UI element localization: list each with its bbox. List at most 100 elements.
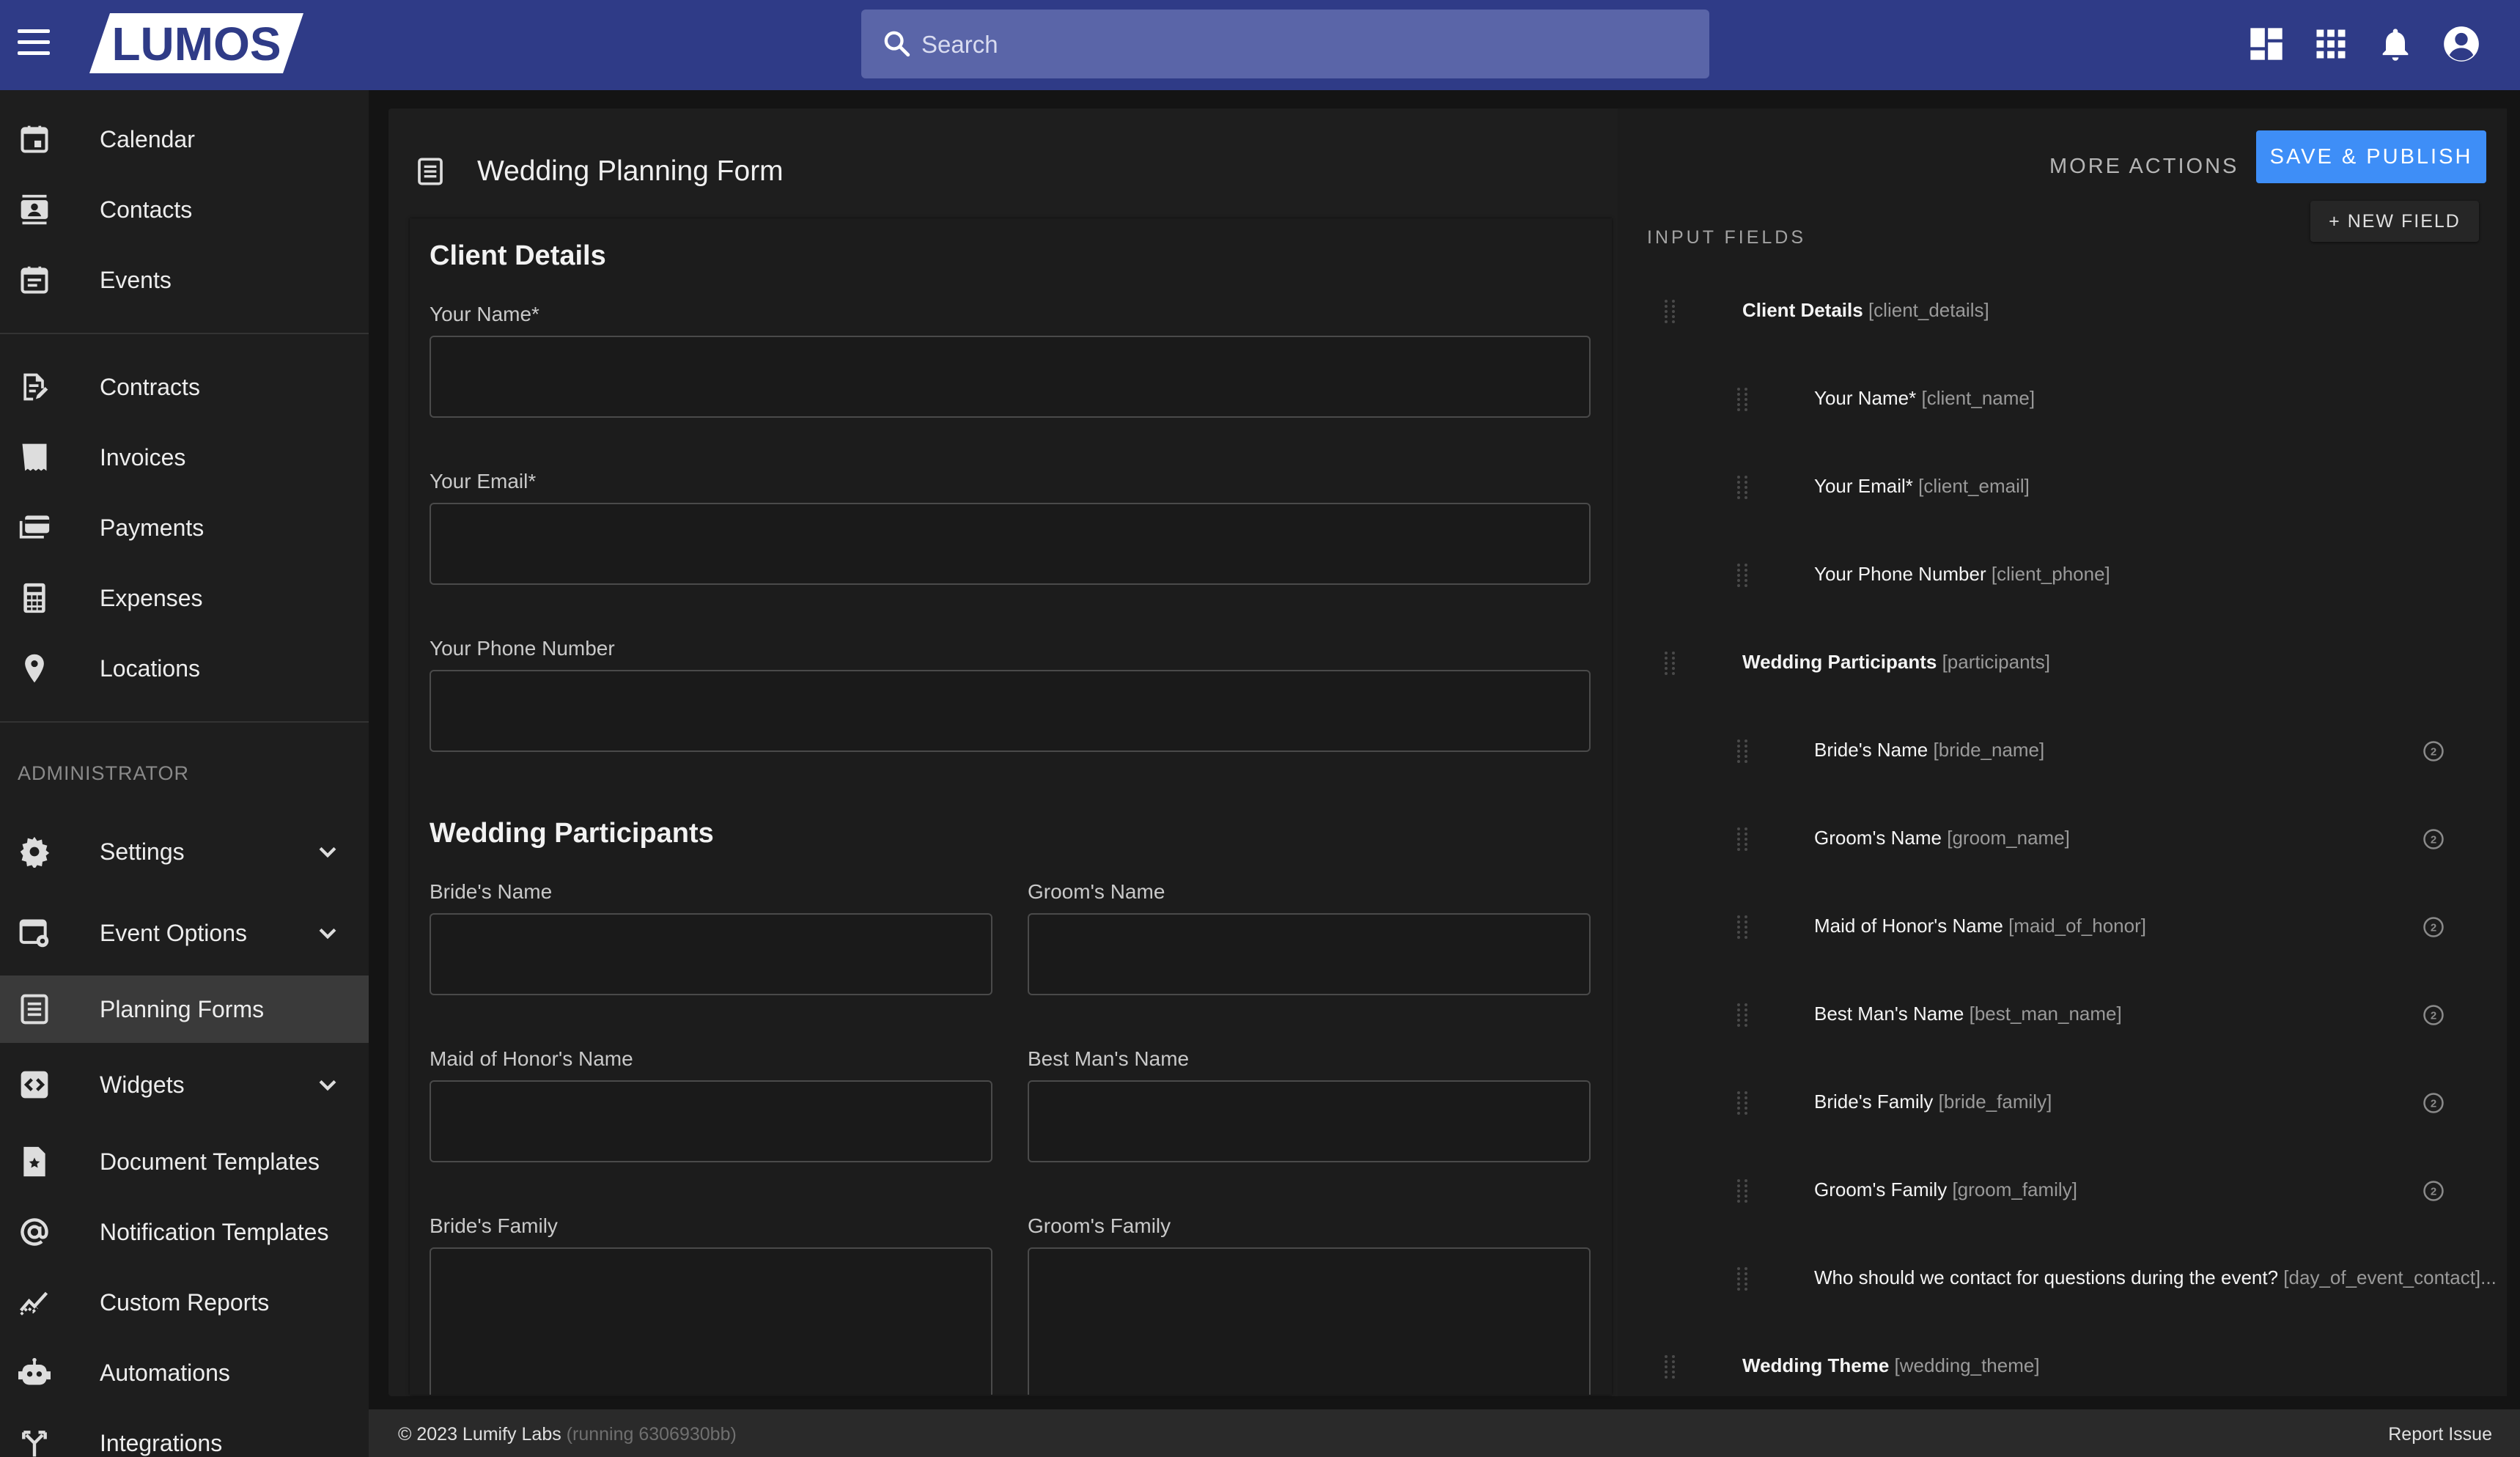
drag-handle-icon[interactable]: [1662, 299, 1678, 324]
sidebar-item-label: Payments: [100, 514, 205, 541]
drag-handle-icon[interactable]: [1734, 387, 1750, 412]
input-field-section-row[interactable]: Client Details [client_details]: [1647, 289, 2490, 333]
two-column-icon[interactable]: 2: [2423, 828, 2445, 850]
brides-family-textarea[interactable]: [430, 1247, 992, 1395]
grooms-family-textarea[interactable]: [1028, 1247, 1591, 1395]
field-name: Wedding Theme: [1742, 1354, 1890, 1376]
grooms-name-input[interactable]: [1028, 913, 1591, 995]
field-name: Groom's Family: [1814, 1178, 1948, 1200]
field-key: [client_details]: [1868, 299, 1989, 321]
at-sign-icon: [21, 1218, 48, 1246]
sidebar-item-planning-forms[interactable]: Planning Forms: [0, 975, 369, 1043]
events-icon: [21, 266, 48, 294]
two-column-icon[interactable]: 2: [2423, 1092, 2445, 1114]
drag-handle-icon[interactable]: [1734, 475, 1750, 500]
drag-handle-icon[interactable]: [1734, 739, 1750, 764]
drag-handle-icon[interactable]: [1734, 1178, 1750, 1203]
chevron-down-icon[interactable]: [315, 1073, 340, 1098]
drag-handle-icon[interactable]: [1734, 1266, 1750, 1291]
event-options-icon: [19, 919, 49, 948]
chevron-down-icon[interactable]: [315, 840, 340, 865]
sidebar-item-label: Settings: [100, 838, 185, 865]
calculator-icon: [23, 583, 45, 613]
maid-of-honor-input[interactable]: [430, 1080, 992, 1162]
input-field-row[interactable]: Best Man's Name [best_man_name] 2: [1647, 992, 2490, 1036]
drag-handle-icon[interactable]: [1734, 1003, 1750, 1028]
sidebar-item-calendar[interactable]: Calendar: [0, 106, 369, 173]
drag-handle-icon[interactable]: [1734, 827, 1750, 852]
account-avatar-icon[interactable]: [2442, 25, 2480, 63]
sidebar-item-document-templates[interactable]: Document Templates: [0, 1128, 369, 1195]
apps-grid-icon[interactable]: [2312, 25, 2350, 63]
more-actions-button[interactable]: MORE ACTIONS: [2045, 154, 2243, 180]
sidebar-item-invoices[interactable]: Invoices: [0, 424, 369, 491]
field-key: [groom_name]: [1947, 827, 2070, 849]
sidebar-item-event-options[interactable]: Event Options: [0, 899, 369, 967]
your-phone-input[interactable]: [430, 670, 1591, 752]
brides-name-input[interactable]: [430, 913, 992, 995]
two-column-icon[interactable]: 2: [2423, 740, 2445, 762]
new-field-button[interactable]: + NEW FIELD: [2310, 201, 2479, 242]
input-field-row[interactable]: Bride's Name [bride_name] 2: [1647, 728, 2490, 772]
lumos-logo[interactable]: LUMOS: [89, 13, 303, 73]
drag-handle-icon[interactable]: [1734, 915, 1750, 940]
dashboard-icon[interactable]: [2247, 25, 2285, 63]
input-field-row[interactable]: Your Email* [client_email]: [1647, 465, 2490, 509]
drag-handle-icon[interactable]: [1662, 1354, 1678, 1379]
sidebar-item-custom-reports[interactable]: Custom Reports: [0, 1269, 369, 1336]
search-box[interactable]: [861, 10, 1709, 78]
input-field-label: Client Details [client_details]: [1742, 299, 1989, 322]
drag-handle-icon[interactable]: [1734, 1091, 1750, 1115]
logo-text: LUMOS: [111, 18, 281, 70]
copyright-text: © 2023 Lumify Labs (running 6306930bb): [398, 1424, 737, 1445]
your-name-input[interactable]: [430, 336, 1591, 418]
sidebar-item-integrations[interactable]: Integrations: [0, 1409, 369, 1457]
input-field-row[interactable]: Bride's Family [bride_family] 2: [1647, 1080, 2490, 1124]
label-maid-of-honor: Maid of Honor's Name: [430, 1047, 633, 1070]
report-issue-link[interactable]: Report Issue: [2388, 1424, 2492, 1445]
input-fields-title: INPUT FIELDS: [1647, 227, 1807, 248]
two-column-icon[interactable]: 2: [2423, 916, 2445, 938]
input-field-label: Bride's Name [bride_name]: [1814, 739, 2044, 761]
chevron-down-icon[interactable]: [315, 921, 340, 946]
sidebar-item-payments[interactable]: Payments: [0, 494, 369, 561]
two-column-icon[interactable]: 2: [2423, 1004, 2445, 1026]
administrator-section-label: ADMINISTRATOR: [18, 762, 190, 784]
sidebar-item-notification-templates[interactable]: Notification Templates: [0, 1198, 369, 1266]
two-column-icon[interactable]: 2: [2423, 1180, 2445, 1202]
sidebar-item-automations[interactable]: Automations: [0, 1339, 369, 1406]
drag-handle-icon[interactable]: [1662, 651, 1678, 676]
sidebar-item-expenses[interactable]: Expenses: [0, 564, 369, 632]
menu-icon[interactable]: [18, 29, 50, 59]
section-title-client-details: Client Details: [430, 240, 606, 271]
input-field-section-row[interactable]: Wedding Theme [wedding_theme]: [1647, 1344, 2490, 1388]
input-field-row[interactable]: Groom's Family [groom_family] 2: [1647, 1168, 2490, 1212]
best-man-input[interactable]: [1028, 1080, 1591, 1162]
sidebar-item-contacts[interactable]: Contacts: [0, 176, 369, 243]
drag-handle-icon[interactable]: [1734, 563, 1750, 588]
svg-text:2: 2: [2431, 1098, 2436, 1110]
input-field-row[interactable]: Your Name* [client_name]: [1647, 377, 2490, 421]
field-name: Who should we contact for questions duri…: [1814, 1266, 2279, 1288]
sidebar-item-label: Automations: [100, 1360, 230, 1386]
sidebar-item-contracts[interactable]: Contracts: [0, 353, 369, 421]
sidebar-item-label: Invoices: [100, 444, 186, 471]
your-email-input[interactable]: [430, 503, 1591, 585]
input-field-row[interactable]: Who should we contact for questions duri…: [1647, 1256, 2497, 1300]
field-key: [bride_family]: [1938, 1091, 2052, 1113]
notifications-bell-icon[interactable]: [2376, 25, 2414, 63]
search-input[interactable]: [920, 23, 1685, 67]
robot-icon: [18, 1357, 51, 1385]
label-grooms-name: Groom's Name: [1028, 880, 1165, 903]
input-field-row[interactable]: Your Phone Number [client_phone]: [1647, 553, 2490, 597]
input-field-section-row[interactable]: Wedding Participants [participants]: [1647, 641, 2490, 685]
sidebar-item-widgets[interactable]: Widgets: [0, 1051, 369, 1118]
input-field-row[interactable]: Groom's Name [groom_name] 2: [1647, 816, 2490, 860]
sidebar-item-events[interactable]: Events: [0, 246, 369, 314]
sidebar-item-locations[interactable]: Locations: [0, 635, 369, 702]
sidebar-item-settings[interactable]: Settings: [0, 818, 369, 885]
location-pin-icon: [25, 654, 44, 683]
sidebar-item-label: Document Templates: [100, 1148, 320, 1175]
save-publish-button[interactable]: SAVE & PUBLISH: [2256, 130, 2486, 183]
input-field-row[interactable]: Maid of Honor's Name [maid_of_honor] 2: [1647, 904, 2490, 948]
